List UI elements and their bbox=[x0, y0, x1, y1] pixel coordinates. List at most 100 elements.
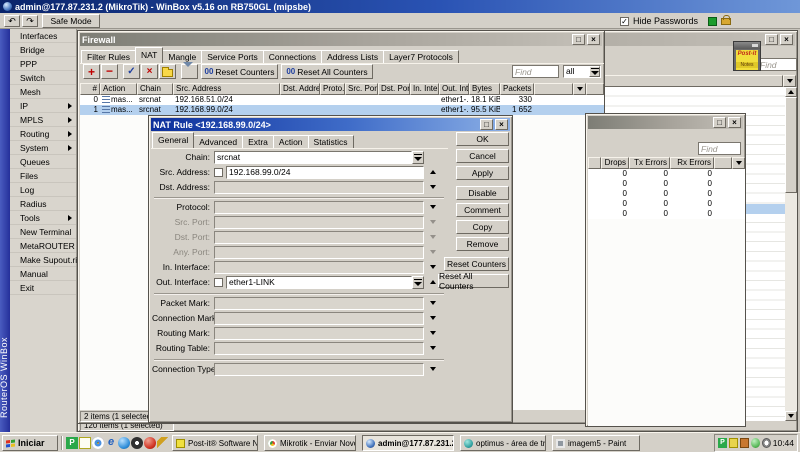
sidebar-item-routing[interactable]: Routing bbox=[10, 127, 76, 141]
col-bytes[interactable]: Bytes bbox=[469, 83, 500, 95]
reset-counters-button[interactable]: 00 Reset Counters bbox=[201, 64, 278, 79]
nat-rule-row-0[interactable]: 0 mas... srcnat 192.168.51.0/24 ether1-.… bbox=[80, 95, 604, 105]
src-address-negate-checkbox[interactable] bbox=[214, 168, 223, 177]
expand-arrow-icon[interactable] bbox=[430, 205, 436, 209]
scroll-up-button[interactable] bbox=[785, 87, 797, 97]
any-port-input[interactable] bbox=[214, 246, 424, 259]
task-button-optimus[interactable]: optimus - área de trabal... bbox=[460, 435, 546, 451]
out-interface-negate-checkbox[interactable] bbox=[214, 278, 223, 287]
quick-launch-messenger-icon[interactable] bbox=[118, 437, 130, 449]
apply-button[interactable]: Apply bbox=[456, 166, 509, 180]
col-num[interactable]: # bbox=[80, 83, 100, 95]
sidebar-item-mesh[interactable]: Mesh bbox=[10, 85, 76, 99]
scroll-down-button[interactable] bbox=[785, 411, 797, 421]
minimize-icon[interactable]: □ bbox=[480, 119, 493, 130]
ok-button[interactable]: OK bbox=[456, 132, 509, 146]
minimize-icon[interactable]: □ bbox=[713, 117, 726, 128]
firewall-titlebar[interactable]: Firewall □ × bbox=[80, 33, 602, 46]
safe-mode-button[interactable]: Safe Mode bbox=[42, 14, 100, 28]
stats-find-input[interactable] bbox=[698, 142, 741, 155]
reset-all-counters-button[interactable]: 00 Reset All Counters bbox=[281, 64, 373, 79]
tab-general[interactable]: General bbox=[152, 132, 195, 148]
reset-counters-button[interactable]: Reset Counters bbox=[444, 257, 509, 271]
sidebar-item-new-terminal[interactable]: New Terminal bbox=[10, 225, 76, 239]
sidebar-item-exit[interactable]: Exit bbox=[10, 281, 76, 295]
tab-statistics[interactable]: Statistics bbox=[307, 135, 354, 148]
col-in-interface[interactable]: In. Inter... bbox=[410, 83, 439, 95]
chain-dropdown-button[interactable] bbox=[412, 151, 424, 164]
expand-arrow-icon[interactable] bbox=[430, 316, 436, 320]
col-tx-errors[interactable]: Tx Errors bbox=[629, 157, 670, 169]
sidebar-item-radius[interactable]: Radius bbox=[10, 197, 76, 211]
filter-scope-dropdown-button[interactable] bbox=[589, 66, 600, 77]
col-chain[interactable]: Chain bbox=[137, 83, 173, 95]
col-drops[interactable]: Drops bbox=[601, 157, 629, 169]
cancel-button[interactable]: Cancel bbox=[456, 149, 509, 163]
redo-button[interactable]: ↷ bbox=[22, 15, 38, 27]
filter-button[interactable] bbox=[181, 61, 198, 79]
sidebar-item-make-supout[interactable]: Make Supout.rif bbox=[10, 253, 80, 267]
close-icon[interactable]: × bbox=[728, 117, 741, 128]
quick-launch-opera-icon[interactable] bbox=[144, 437, 156, 449]
tray-pad-icon[interactable] bbox=[728, 438, 738, 448]
hide-passwords-checkbox[interactable]: ✓ bbox=[620, 16, 629, 26]
sidebar-item-mpls[interactable]: MPLS bbox=[10, 113, 76, 127]
tray-status-icon[interactable] bbox=[750, 438, 760, 448]
dst-port-input[interactable] bbox=[214, 231, 424, 244]
col-action[interactable]: Action bbox=[100, 83, 137, 95]
undo-button[interactable]: ↶ bbox=[4, 15, 20, 27]
packet-mark-input[interactable] bbox=[214, 297, 424, 310]
col-src-address[interactable]: Src. Address bbox=[173, 83, 280, 95]
col-rx-errors[interactable]: Rx Errors bbox=[670, 157, 714, 169]
stats-row[interactable]: 0 0 0 bbox=[588, 199, 745, 209]
tab-address-lists[interactable]: Address Lists bbox=[321, 50, 385, 63]
sidebar-item-files[interactable]: Files bbox=[10, 169, 76, 183]
col-src-port[interactable]: Src. Port bbox=[345, 83, 378, 95]
sidebar-item-metarouter[interactable]: MetaROUTER bbox=[10, 239, 76, 253]
expand-arrow-icon[interactable] bbox=[430, 301, 436, 305]
sidebar-item-log[interactable]: Log bbox=[10, 183, 76, 197]
sidebar-item-bridge[interactable]: Bridge bbox=[10, 43, 76, 57]
sidebar-item-ppp[interactable]: PPP bbox=[10, 57, 76, 71]
task-button-mikrotik-browser[interactable]: Mikrotik - Enviar Novo Tó... bbox=[264, 435, 356, 451]
col-dst-port[interactable]: Dst. Port bbox=[378, 83, 410, 95]
quick-launch-chrome-icon[interactable] bbox=[92, 437, 104, 449]
stats-row[interactable]: 0 0 0 bbox=[588, 179, 745, 189]
tab-filter-rules[interactable]: Filter Rules bbox=[81, 50, 136, 63]
quick-launch-pencil-icon[interactable] bbox=[157, 437, 169, 449]
expand-arrow-icon[interactable] bbox=[430, 265, 436, 269]
stats-row[interactable]: 0 0 0 bbox=[588, 209, 745, 219]
comment-button[interactable] bbox=[159, 64, 176, 79]
stats-window-titlebar[interactable]: □ × bbox=[588, 116, 743, 129]
quick-launch-media-icon[interactable] bbox=[131, 437, 143, 449]
tab-advanced[interactable]: Advanced bbox=[193, 135, 244, 148]
expand-arrow-icon[interactable] bbox=[430, 331, 436, 335]
tray-folder-icon[interactable] bbox=[739, 438, 749, 448]
minimize-icon[interactable]: □ bbox=[765, 34, 778, 45]
comment-button[interactable]: Comment bbox=[456, 203, 509, 217]
expand-arrow-icon[interactable] bbox=[430, 367, 436, 371]
disable-rule-button[interactable]: × bbox=[141, 64, 158, 79]
in-interface-input[interactable] bbox=[214, 261, 424, 274]
collapse-arrow-icon[interactable] bbox=[430, 170, 436, 174]
tab-connections[interactable]: Connections bbox=[262, 50, 323, 63]
src-port-input[interactable] bbox=[214, 216, 424, 229]
col-packets[interactable]: Packets bbox=[500, 83, 534, 95]
add-rule-button[interactable]: + bbox=[83, 64, 100, 79]
tray-clock-icon[interactable] bbox=[761, 438, 771, 448]
sidebar-item-manual[interactable]: Manual bbox=[10, 267, 76, 281]
routing-mark-input[interactable] bbox=[214, 327, 424, 340]
sidebar-item-ip[interactable]: IP bbox=[10, 99, 76, 113]
remove-button[interactable]: Remove bbox=[456, 237, 509, 251]
sidebar-item-queues[interactable]: Queues bbox=[10, 155, 76, 169]
background-scrollbar[interactable] bbox=[785, 87, 797, 421]
connection-type-input[interactable] bbox=[214, 363, 424, 376]
routing-table-input[interactable] bbox=[214, 342, 424, 355]
task-button-winbox[interactable]: admin@177.87.231.2 ... bbox=[362, 435, 454, 451]
tab-service-ports[interactable]: Service Ports bbox=[201, 50, 264, 63]
disable-button[interactable]: Disable bbox=[456, 186, 509, 200]
minimize-icon[interactable]: □ bbox=[572, 34, 585, 45]
nat-dialog-titlebar[interactable]: NAT Rule <192.168.99.0/24> □ × bbox=[151, 118, 510, 131]
reset-all-counters-button[interactable]: Reset All Counters bbox=[438, 271, 509, 291]
col-dst-address[interactable]: Dst. Address bbox=[280, 83, 320, 95]
